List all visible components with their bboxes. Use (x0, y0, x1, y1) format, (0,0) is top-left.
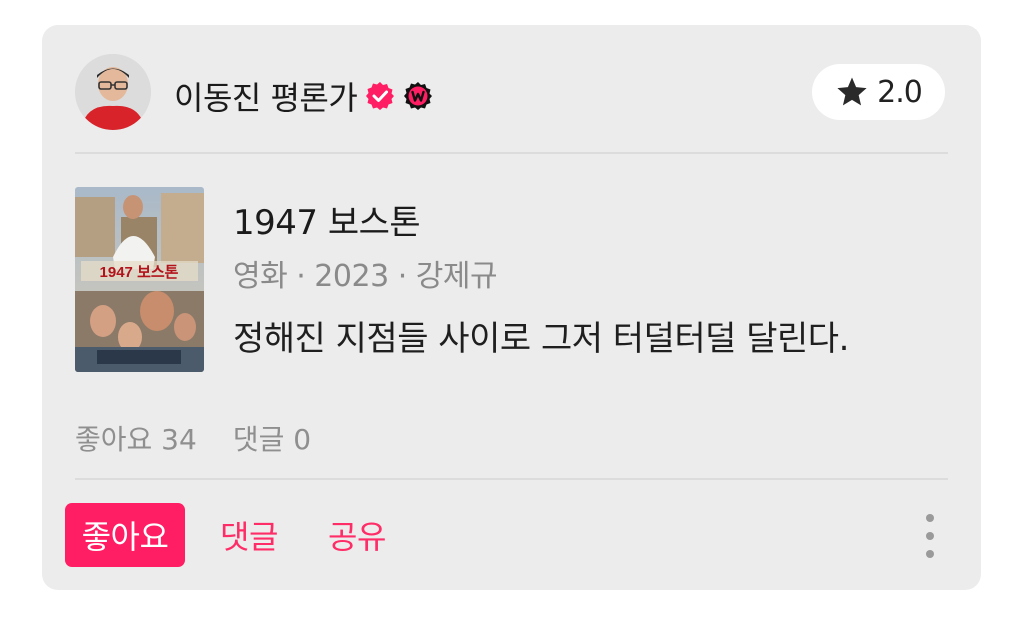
star-icon (837, 77, 867, 106)
more-vertical-icon[interactable] (923, 514, 937, 558)
divider (75, 152, 948, 154)
author-row: 이동진 평론가 (174, 73, 433, 119)
avatar[interactable] (75, 54, 151, 130)
more-dot (926, 550, 934, 558)
rating-value: 2.0 (877, 74, 923, 110)
more-dot (926, 532, 934, 540)
author-name[interactable]: 이동진 평론가 (174, 73, 358, 119)
verified-check-icon (366, 82, 395, 110)
comment-button[interactable]: 댓글 (205, 503, 293, 567)
person-avatar-icon (75, 54, 151, 130)
likes-count: 좋아요 34 (75, 423, 197, 456)
card-header: 이동진 평론가 2.0 (42, 25, 981, 155)
movie-poster-image[interactable]: 1947 보스톤 (75, 187, 204, 372)
stats-row: 좋아요 34 댓글 0 (75, 418, 311, 458)
comment-text[interactable]: 정해진 지점들 사이로 그저 터덜터덜 달린다. (233, 311, 849, 360)
movie-title[interactable]: 1947 보스톤 (233, 195, 421, 244)
svg-text:1947 보스톤: 1947 보스톤 (100, 264, 179, 281)
share-button[interactable]: 공유 (313, 503, 401, 567)
comment-card: 이동진 평론가 2.0 1947 보스톤 1947 보스톤 영화 · 2023 … (42, 25, 981, 590)
comments-count: 댓글 0 (232, 423, 312, 456)
movie-meta: 영화 · 2023 · 강제규 (233, 259, 498, 294)
like-button[interactable]: 좋아요 (65, 503, 185, 567)
watcha-w-badge-icon (404, 82, 433, 110)
divider (75, 478, 948, 480)
rating-pill: 2.0 (812, 64, 945, 120)
more-dot (926, 514, 934, 522)
action-bar: 좋아요 댓글 공유 (65, 503, 401, 567)
